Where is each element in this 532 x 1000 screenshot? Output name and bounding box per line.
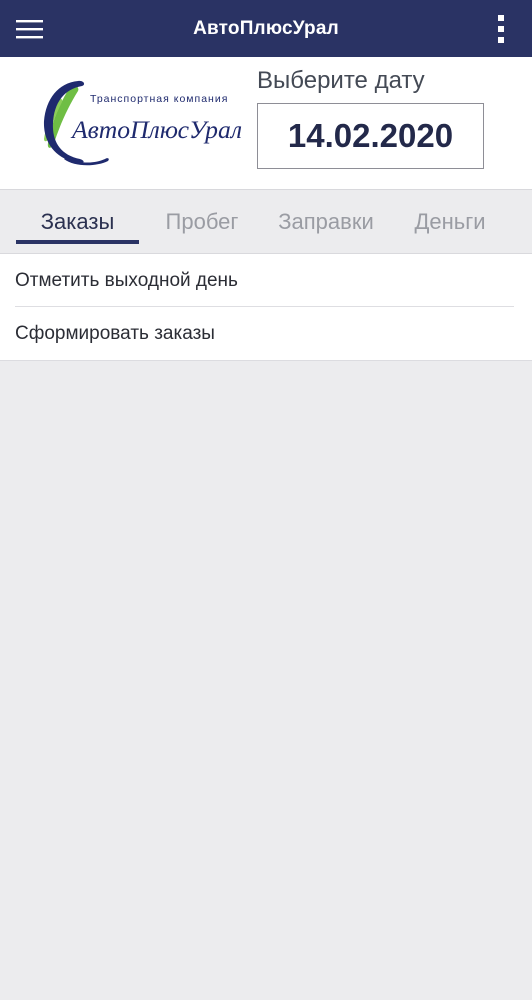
date-field[interactable]: 14.02.2020 [257, 103, 484, 169]
tab-bar: Заказы Пробег Заправки Деньги [0, 190, 532, 254]
app-bar: АвтоПлюсУрал [0, 0, 532, 57]
menu-list: Отметить выходной день Сформировать зака… [0, 254, 532, 361]
date-caption: Выберите дату [257, 67, 425, 94]
active-tab-indicator [16, 240, 139, 244]
tab-refueling[interactable]: Заправки [262, 190, 390, 253]
tab-mileage[interactable]: Пробег [152, 190, 252, 253]
company-logo: Транспортная компания АвтоПлюсУрал [43, 80, 242, 166]
more-options-button[interactable] [486, 12, 516, 46]
header-panel: Транспортная компания АвтоПлюсУрал Выбер… [0, 57, 532, 190]
content-area [0, 362, 532, 1000]
mark-day-off-item[interactable]: Отметить выходной день [0, 254, 532, 307]
generate-orders-item[interactable]: Сформировать заказы [0, 307, 532, 360]
more-vertical-icon [498, 15, 504, 43]
app-title: АвтоПлюсУрал [193, 18, 339, 39]
tab-money[interactable]: Деньги [400, 190, 500, 253]
logo-tagline: Транспортная компания [90, 93, 228, 105]
logo-wordmark: АвтоПлюсУрал [70, 117, 242, 144]
